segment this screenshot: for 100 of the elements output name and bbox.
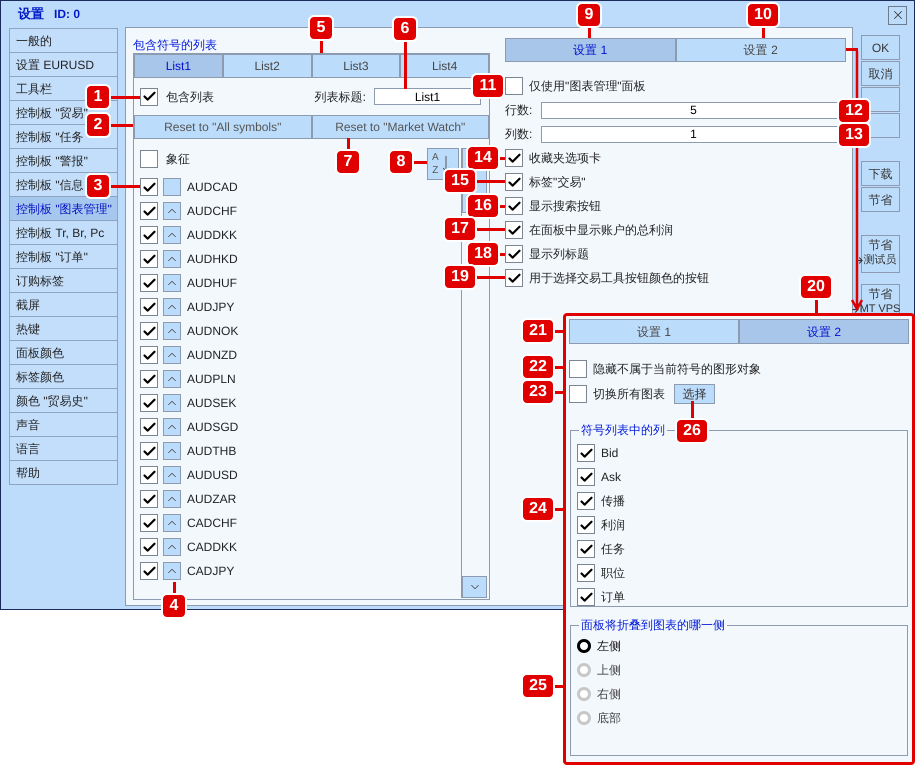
checkbox[interactable]	[140, 442, 158, 460]
sidebar-item[interactable]: 订购标签	[10, 268, 117, 292]
callout-tooltip: 12	[837, 98, 871, 124]
sidebar-item[interactable]: 颜色 "贸易史"	[10, 388, 117, 412]
move-up-button[interactable]	[163, 466, 181, 484]
checkbox[interactable]	[569, 384, 587, 402]
dialog-button[interactable]: 下载	[861, 161, 900, 186]
tab[interactable]: 设置 2	[739, 319, 909, 344]
tab[interactable]: List3	[312, 54, 400, 78]
sidebar-item[interactable]: 控制板 "订单"	[10, 244, 117, 268]
checkbox[interactable]	[140, 178, 158, 196]
checkbox[interactable]	[577, 516, 595, 534]
callout-tooltip: 18	[466, 241, 500, 267]
checkbox[interactable]	[140, 226, 158, 244]
move-up-button[interactable]	[163, 418, 181, 436]
checkbox[interactable]	[140, 274, 158, 292]
checkbox[interactable]	[140, 490, 158, 508]
checkbox[interactable]	[569, 360, 587, 378]
move-up-button[interactable]	[163, 514, 181, 532]
check-icon	[142, 540, 156, 554]
sidebar-item[interactable]: 帮助	[10, 460, 117, 484]
sidebar-item[interactable]: 声音	[10, 412, 117, 436]
check-icon	[142, 372, 156, 386]
checkbox[interactable]	[505, 221, 523, 239]
group-title: 符号列表中的列	[580, 422, 666, 439]
list-title-field[interactable]: List1	[374, 88, 481, 105]
move-up-button[interactable]	[163, 562, 181, 580]
move-up-button[interactable]	[163, 226, 181, 244]
callout-tooltip: 23	[521, 379, 555, 405]
checkbox[interactable]	[140, 466, 158, 484]
tab[interactable]: List1	[134, 54, 223, 78]
tab[interactable]: List2	[222, 54, 312, 78]
tab[interactable]: 设置 1	[505, 38, 676, 62]
select-button[interactable]: 选择	[674, 384, 715, 404]
sidebar-item[interactable]: 语言	[10, 436, 117, 460]
checkbox-label: 收藏夹选项卡	[529, 150, 601, 167]
checkbox[interactable]	[140, 202, 158, 220]
sidebar-item[interactable]: 控制板 "警报"	[10, 148, 117, 172]
checkbox[interactable]	[577, 444, 595, 462]
move-up-button[interactable]	[163, 322, 181, 340]
checkbox[interactable]	[505, 149, 523, 167]
check-icon	[142, 276, 156, 290]
callout-tooltip: 19	[443, 264, 477, 290]
tab[interactable]: List4	[400, 54, 489, 78]
callout-tooltip: 15	[443, 168, 477, 194]
move-up-button[interactable]	[163, 538, 181, 556]
move-up-button[interactable]	[163, 394, 181, 412]
checkbox[interactable]	[505, 173, 523, 191]
move-up-button[interactable]	[163, 298, 181, 316]
check-icon	[578, 518, 594, 532]
checkbox[interactable]	[577, 468, 595, 486]
checkbox[interactable]	[577, 564, 595, 582]
dialog-button[interactable]: OK	[861, 35, 900, 60]
checkbox[interactable]	[505, 245, 523, 263]
sidebar-item[interactable]: 一般的	[10, 28, 117, 52]
checkbox[interactable]	[140, 514, 158, 532]
dialog-button[interactable]: 节省	[861, 187, 900, 212]
tab[interactable]: 设置 2	[676, 38, 846, 62]
move-up-button[interactable]	[163, 202, 181, 220]
move-up-button[interactable]	[163, 490, 181, 508]
checkbox[interactable]	[140, 88, 158, 106]
sidebar-item[interactable]: 设置 EURUSD	[10, 52, 117, 76]
checkbox[interactable]	[577, 588, 595, 606]
callout-tooltip: 17	[443, 216, 477, 242]
radio-label: 左侧	[597, 638, 621, 655]
dialog-button[interactable]: 节省 测试员	[861, 235, 900, 273]
checkbox[interactable]	[140, 370, 158, 388]
sidebar-item[interactable]: 标签颜色	[10, 364, 117, 388]
checkbox[interactable]	[140, 150, 158, 168]
move-up-button[interactable]	[163, 274, 181, 292]
move-up-button[interactable]	[163, 346, 181, 364]
checkbox[interactable]	[140, 562, 158, 580]
checkbox[interactable]	[577, 540, 595, 558]
sidebar-item[interactable]: 面板颜色	[10, 340, 117, 364]
move-up-button[interactable]	[163, 370, 181, 388]
sidebar-item[interactable]: 控制板 "图表管理"	[10, 196, 117, 220]
sidebar-item[interactable]: 热键	[10, 316, 117, 340]
checkbox[interactable]	[140, 538, 158, 556]
move-up-button[interactable]	[163, 250, 181, 268]
tab[interactable]: 设置 1	[569, 319, 739, 344]
move-up-button[interactable]	[163, 442, 181, 460]
reset-button[interactable]: Reset to "Market Watch"	[312, 115, 489, 139]
sidebar-item[interactable]: 控制板 Tr, Br, Pc	[10, 220, 117, 244]
checkbox[interactable]	[140, 298, 158, 316]
checkbox[interactable]	[140, 394, 158, 412]
symbol-name: AUDHKD	[187, 251, 238, 268]
checkbox-label: 标签"交易"	[529, 174, 586, 191]
dialog-button[interactable]: 取消	[861, 61, 900, 86]
reset-button[interactable]: Reset to "All symbols"	[134, 115, 312, 139]
checkbox[interactable]	[140, 250, 158, 268]
checkbox[interactable]	[140, 322, 158, 340]
checkbox[interactable]	[505, 269, 523, 287]
checkbox[interactable]	[140, 346, 158, 364]
checkbox[interactable]	[505, 77, 523, 95]
checkbox[interactable]	[140, 418, 158, 436]
checkbox[interactable]	[577, 492, 595, 510]
sidebar-item[interactable]: 截屏	[10, 292, 117, 316]
radio-button[interactable]	[577, 639, 591, 653]
close-button[interactable]	[888, 6, 907, 24]
checkbox[interactable]	[505, 197, 523, 215]
